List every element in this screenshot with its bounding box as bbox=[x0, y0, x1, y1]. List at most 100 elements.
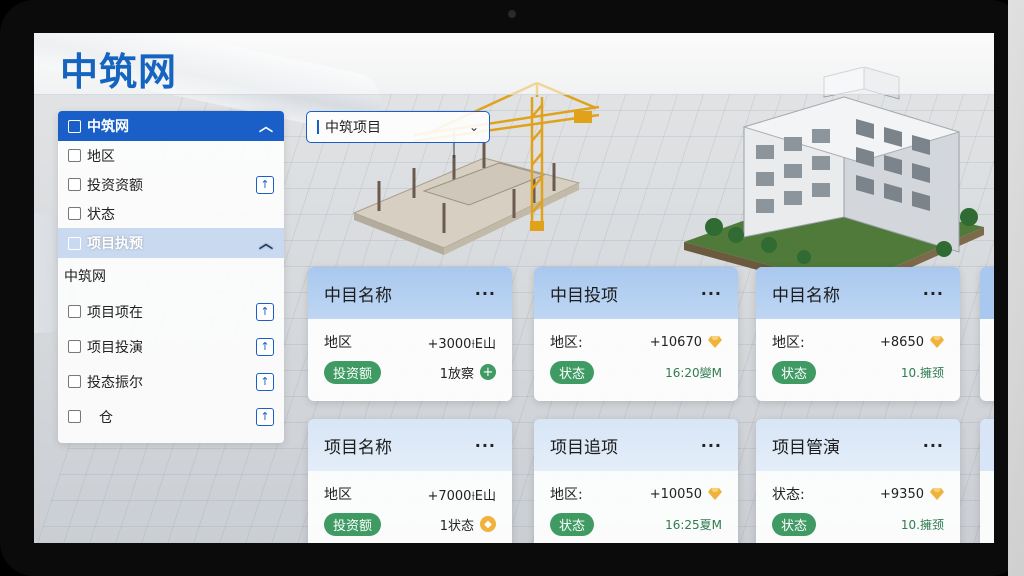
checkbox[interactable] bbox=[68, 119, 81, 133]
card-field-value: 1放察 bbox=[439, 366, 474, 382]
checkbox[interactable] bbox=[68, 375, 81, 388]
sidebar-subheading: 中筑网 bbox=[64, 269, 106, 285]
sidebar-item-label: 地区 bbox=[87, 148, 115, 165]
card-row: 状态: +9350 bbox=[756, 479, 960, 509]
card-row: 地区 +7000⟊Е山 bbox=[308, 479, 512, 509]
more-options-icon[interactable]: ··· bbox=[475, 436, 496, 455]
gem-icon bbox=[708, 488, 722, 500]
camera-dot bbox=[508, 10, 516, 18]
card-field-value: +10670 bbox=[649, 334, 702, 350]
filter-sidebar: 中筑网 ︿ 地区 投资资额 ↑ 状态 项目执预 ︿ 中筑网 项目项在 ↑ 项目投… bbox=[58, 111, 284, 443]
status-badge: 状态 bbox=[772, 512, 817, 536]
card-header: 中目名称 ··· bbox=[756, 267, 960, 319]
sidebar-item-label: 投资资额 bbox=[87, 177, 143, 194]
sidebar-item[interactable]: 投资资额 ↑ bbox=[58, 170, 284, 199]
sidebar-group-1-title: 中筑网 bbox=[87, 119, 129, 135]
card-field-value: +8650 bbox=[880, 334, 924, 350]
more-options-icon[interactable]: ··· bbox=[475, 284, 496, 303]
sidebar-item[interactable]: 投态振尔 ↑ bbox=[58, 364, 284, 399]
project-card[interactable]: 项目管演 ··· 状态: +9350 状态 10.擁颈 bbox=[756, 419, 960, 543]
card-header bbox=[980, 419, 994, 471]
sidebar-item-label: 投态振尔 bbox=[87, 374, 143, 391]
card-header: 项目追项 ··· bbox=[534, 419, 738, 471]
checkbox[interactable] bbox=[68, 236, 81, 250]
more-options-icon[interactable]: ··· bbox=[923, 436, 944, 455]
chevron-down-icon: ⌄ bbox=[468, 120, 479, 134]
sidebar-item-label: 项目投演 bbox=[87, 339, 143, 356]
checkbox[interactable] bbox=[68, 340, 81, 353]
gem-icon bbox=[930, 336, 944, 348]
sidebar-item[interactable]: 仓 ↑ bbox=[58, 399, 284, 434]
card-field-value: 16:20變M bbox=[665, 365, 722, 380]
card-row: 投资额 1放察 + bbox=[308, 357, 512, 387]
checkbox[interactable] bbox=[68, 207, 81, 220]
tablet-frame: 中筑网 中筑网 ︿ 地区 投资资额 ↑ 状态 项目执预 ︿ 中筑网 项目项在 ↑… bbox=[0, 0, 1024, 576]
card-row: 状态 16:20變M bbox=[534, 357, 738, 387]
card-field-value: +3000⟊Е山 bbox=[427, 336, 496, 352]
card-title: 中目投项 bbox=[550, 285, 618, 306]
project-type-dropdown[interactable]: 中筑项目 ⌄ bbox=[306, 111, 490, 143]
status-badge: 状态 bbox=[550, 512, 595, 536]
more-options-icon[interactable]: ··· bbox=[923, 284, 944, 303]
card-field-value: +10050 bbox=[649, 486, 702, 502]
brand-logo[interactable]: 中筑网 bbox=[60, 41, 177, 96]
card-row: 投资额 1状态 ◆ bbox=[308, 509, 512, 539]
card-title: 中目名称 bbox=[772, 285, 840, 306]
project-card[interactable]: 中目名称 ··· 地区: +8650 状态 10.擁颈 bbox=[756, 267, 960, 401]
checkbox[interactable] bbox=[68, 305, 81, 318]
gem-ring-icon[interactable]: ◆ bbox=[480, 516, 496, 532]
arrow-up-icon[interactable]: ↑ bbox=[256, 407, 274, 426]
card-header: 中目名称 ··· bbox=[308, 267, 512, 319]
chevron-up-icon[interactable]: ︿ bbox=[258, 116, 274, 136]
card-header bbox=[980, 267, 994, 319]
card-field-label: 地区 bbox=[324, 487, 352, 503]
card-field-label: 地区: bbox=[550, 335, 583, 351]
card-row: 地区 +3000⟊Е山 bbox=[308, 327, 512, 357]
gem-icon bbox=[708, 336, 722, 348]
app-header: 中筑网 bbox=[34, 33, 994, 95]
arrow-up-icon[interactable]: ↑ bbox=[256, 372, 274, 391]
sidebar-group-2-header[interactable]: 项目执预 ︿ bbox=[58, 228, 284, 258]
chevron-up-icon[interactable]: ︿ bbox=[258, 233, 274, 253]
card-row: 地区: +8650 bbox=[756, 327, 960, 357]
arrow-up-icon[interactable]: ↑ bbox=[256, 302, 274, 321]
project-card[interactable]: 中目投项 ··· 地区: +10670 状态 16:20變M bbox=[534, 267, 738, 401]
sidebar-item[interactable]: 项目项在 ↑ bbox=[58, 294, 284, 329]
arrow-up-icon[interactable]: ↑ bbox=[256, 337, 274, 356]
sidebar-item[interactable]: 地区 bbox=[58, 141, 284, 170]
card-title: 项目管演 bbox=[772, 437, 840, 458]
checkbox[interactable] bbox=[68, 178, 81, 191]
card-title: 中目名称 bbox=[324, 285, 392, 306]
arrow-up-icon[interactable]: ↑ bbox=[256, 175, 274, 194]
more-options-icon[interactable]: ··· bbox=[701, 284, 722, 303]
plus-circle-icon[interactable]: + bbox=[480, 364, 496, 380]
checkbox[interactable] bbox=[68, 410, 81, 423]
sidebar-group-1-header[interactable]: 中筑网 ︿ bbox=[58, 111, 284, 141]
screen: 中筑网 中筑网 ︿ 地区 投资资额 ↑ 状态 项目执预 ︿ 中筑网 项目项在 ↑… bbox=[34, 33, 994, 543]
card-header: 中目投项 ··· bbox=[534, 267, 738, 319]
card-header: 项目名称 ··· bbox=[308, 419, 512, 471]
more-options-icon[interactable]: ··· bbox=[701, 436, 722, 455]
project-card[interactable]: 中目名称 ··· 地区 +3000⟊Е山 投资额 1放察 + bbox=[308, 267, 512, 401]
card-row: 地区: +10670 bbox=[534, 327, 738, 357]
card-field-value: +7000⟊Е山 bbox=[427, 488, 496, 504]
sidebar-group-2-title: 项目执预 bbox=[87, 236, 143, 252]
sidebar-item[interactable]: 项目投演 ↑ bbox=[58, 329, 284, 364]
sidebar-item[interactable]: 状态 bbox=[58, 199, 284, 228]
card-field-label: 地区: bbox=[550, 487, 583, 503]
project-card-partial[interactable] bbox=[980, 267, 994, 401]
status-badge: 投资额 bbox=[324, 360, 382, 384]
sidebar-item-label: 状态 bbox=[87, 206, 115, 223]
card-row: 状态 16:25夏M bbox=[534, 509, 738, 539]
checkbox[interactable] bbox=[68, 149, 81, 162]
card-field-label: 地区: bbox=[772, 335, 805, 351]
building-model-illustration bbox=[684, 67, 984, 295]
project-card[interactable]: 项目追项 ··· 地区: +10050 状态 16:25夏M bbox=[534, 419, 738, 543]
status-badge: 状态 bbox=[772, 360, 817, 384]
gem-icon bbox=[930, 488, 944, 500]
project-card[interactable]: 项目名称 ··· 地区 +7000⟊Е山 投资额 1状态 ◆ bbox=[308, 419, 512, 543]
card-title: 项目追项 bbox=[550, 437, 618, 458]
project-card-partial[interactable] bbox=[980, 419, 994, 543]
card-field-value: +9350 bbox=[880, 486, 924, 502]
dropdown-selected-value: 中筑项目 bbox=[325, 120, 381, 136]
